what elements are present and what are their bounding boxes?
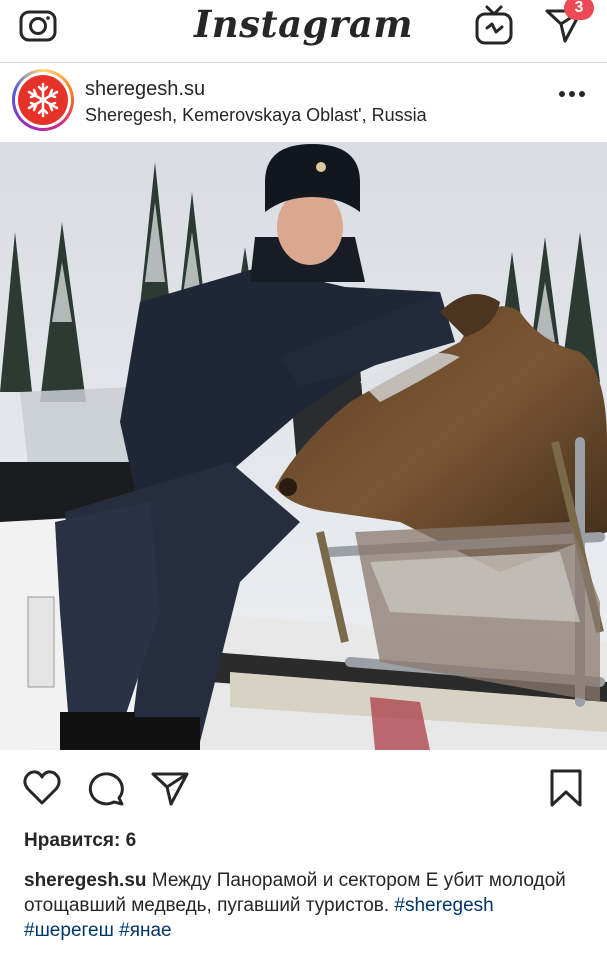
share-icon[interactable]	[150, 768, 190, 808]
post-username[interactable]: sheregesh.su	[85, 78, 205, 101]
caption-username[interactable]: sheregesh.su	[24, 870, 147, 891]
post-header: sheregesh.su Sheregesh, Kemerovskaya Obl…	[0, 62, 607, 142]
top-navigation-bar: Instagram 3	[0, 0, 607, 63]
more-options-icon[interactable]	[556, 84, 588, 104]
hashtag-link[interactable]: #янае	[119, 920, 171, 941]
post-actions-bar	[0, 760, 607, 820]
notification-badge: 3	[564, 0, 594, 20]
igtv-icon[interactable]	[474, 4, 514, 46]
avatar[interactable]	[12, 69, 74, 131]
likes-count[interactable]: Нравится: 6	[24, 830, 136, 852]
instagram-logo: Instagram	[193, 2, 414, 46]
hashtag-link[interactable]: #шерегеш	[24, 920, 114, 941]
post-caption: sheregesh.su Между Панорамой и сектором …	[24, 868, 584, 943]
heart-icon[interactable]	[22, 768, 62, 808]
hashtag-link[interactable]: #sheregesh	[394, 895, 493, 916]
bookmark-icon[interactable]	[546, 768, 586, 808]
photo-watermark: www.sheregesh.su	[490, 732, 583, 744]
post-location[interactable]: Sheregesh, Kemerovskaya Oblast', Russia	[85, 105, 427, 126]
post-photo[interactable]	[0, 142, 607, 750]
comment-icon[interactable]	[86, 768, 126, 808]
photo-illustration	[0, 142, 607, 750]
snowflake-logo-icon	[27, 82, 59, 118]
